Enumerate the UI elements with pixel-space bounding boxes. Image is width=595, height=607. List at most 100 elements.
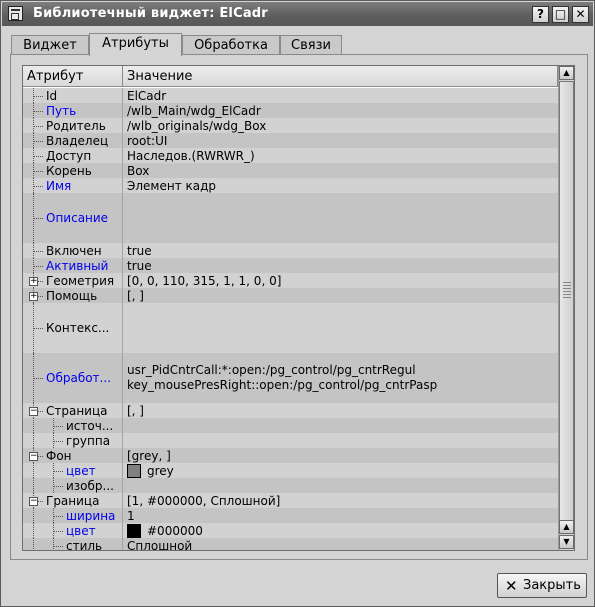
table-row[interactable]: − Граница [1, #000000, Сплошной] xyxy=(23,493,558,508)
table-row[interactable]: Корень Box xyxy=(23,163,558,178)
attribute-value[interactable]: root:UI xyxy=(127,134,167,148)
attribute-name: Имя xyxy=(46,178,72,193)
table-row[interactable]: + Геометрия [0, 0, 110, 315, 1, 1, 0, 0] xyxy=(23,273,558,288)
table-row[interactable]: − Страница [, ] xyxy=(23,403,558,418)
attribute-name: изобр... xyxy=(66,478,114,493)
attribute-name: Родитель xyxy=(46,118,106,133)
color-swatch xyxy=(127,523,141,538)
tree-branch xyxy=(33,265,43,267)
attribute-cell: Контекс... xyxy=(23,303,123,353)
attribute-cell: Id xyxy=(23,88,123,103)
table-row[interactable]: Путь/wlb_Main/wdg_ElCadr xyxy=(23,103,558,118)
collapse-icon[interactable]: − xyxy=(29,406,38,416)
attribute-value[interactable]: Наследов.(RWRWR_) xyxy=(127,149,255,163)
vertical-scrollbar[interactable]: ▲ ▲ ▼ xyxy=(558,66,574,550)
attribute-cell: Родитель xyxy=(23,118,123,133)
attribute-value[interactable]: ElCadr xyxy=(127,89,166,103)
header-value[interactable]: Значение xyxy=(123,66,558,86)
title-bar[interactable]: Библиотечный виджет: ElCadr ? □ ✕ xyxy=(2,2,593,26)
attribute-cell: цвет xyxy=(23,463,123,478)
tree-branch xyxy=(33,170,43,172)
expand-icon[interactable]: + xyxy=(29,276,38,286)
attribute-cell: Корень xyxy=(23,163,123,178)
table-row[interactable]: цвет grey xyxy=(23,463,558,478)
tab-widget[interactable]: Виджет xyxy=(11,35,89,55)
table-row[interactable]: Id ElCadr xyxy=(23,88,558,103)
attribute-value[interactable]: Сплошной xyxy=(127,539,192,551)
table-row[interactable]: стиль Сплошной xyxy=(23,538,558,551)
maximize-button[interactable]: □ xyxy=(552,6,569,23)
tab-links[interactable]: Связи xyxy=(280,35,342,55)
table-row[interactable]: изобр... xyxy=(23,478,558,493)
table-row[interactable]: − Фон [grey, ] xyxy=(23,448,558,463)
attribute-value[interactable]: /wlb_originals/wdg_Box xyxy=(127,119,266,133)
attribute-value[interactable]: usr_PidCntrCall:*:open:/pg_control/pg_cn… xyxy=(127,363,437,393)
tree-branch xyxy=(53,425,63,427)
close-button-label: Закрыть xyxy=(523,578,581,593)
table-row[interactable]: Имя Элемент кадр xyxy=(23,178,558,193)
header-attribute[interactable]: Атрибут xyxy=(23,66,123,86)
table-row[interactable]: Доступ Наследов.(RWRWR_) xyxy=(23,148,558,163)
attribute-value[interactable]: #000000 xyxy=(127,523,203,538)
close-icon: ✕ xyxy=(505,577,518,595)
attribute-value[interactable]: [, ] xyxy=(127,289,144,303)
table-row[interactable]: Контекс... xyxy=(23,303,558,353)
table-row[interactable]: цвет #000000 xyxy=(23,523,558,538)
window-title: Библиотечный виджет: ElCadr xyxy=(33,6,268,21)
app-icon xyxy=(8,6,23,21)
table-row[interactable]: ширина 1 xyxy=(23,508,558,523)
close-window-button[interactable]: ✕ xyxy=(572,6,589,23)
tree-branch xyxy=(33,378,43,379)
attribute-value[interactable]: grey xyxy=(127,463,174,478)
scroll-up-icon[interactable]: ▲ xyxy=(559,66,574,80)
attribute-name: Геометрия xyxy=(46,273,115,288)
attribute-cell: группа xyxy=(23,433,123,448)
table-row[interactable]: Включен true xyxy=(23,243,558,258)
collapse-icon[interactable]: − xyxy=(29,451,38,461)
collapse-icon[interactable]: − xyxy=(29,496,38,506)
attribute-value[interactable]: /wlb_Main/wdg_ElCadr xyxy=(127,104,261,118)
table-row[interactable]: Владелец root:UI xyxy=(23,133,558,148)
tree-line xyxy=(33,433,34,448)
tree-branch xyxy=(33,95,43,97)
attribute-value[interactable]: [, ] xyxy=(127,404,144,418)
attribute-name: группа xyxy=(66,433,111,448)
table-row[interactable]: Обработ... usr_PidCntrCall:*:open:/pg_con… xyxy=(23,353,558,403)
tree-line xyxy=(33,418,34,433)
expand-icon[interactable]: + xyxy=(29,291,38,301)
attribute-value[interactable]: [0, 0, 110, 315, 1, 1, 0, 0] xyxy=(127,274,281,288)
tree-line xyxy=(53,538,54,550)
attribute-name: Граница xyxy=(46,493,100,508)
tab-processing[interactable]: Обработка xyxy=(182,35,280,55)
table-row[interactable]: Описание xyxy=(23,193,558,243)
scrollbar-thumb[interactable] xyxy=(559,81,574,529)
attribute-value[interactable]: [grey, ] xyxy=(127,449,171,463)
table-row[interactable]: Родитель/wlb_originals/wdg_Box xyxy=(23,118,558,133)
table-row[interactable]: источ... xyxy=(23,418,558,433)
table-row[interactable]: группа xyxy=(23,433,558,448)
attribute-name: Владелец xyxy=(46,133,109,148)
library-widget-dialog: Библиотечный виджет: ElCadr ? □ ✕ Виджет… xyxy=(0,0,595,607)
attribute-cell: Имя xyxy=(23,178,123,193)
attribute-cell: ширина xyxy=(23,508,123,523)
tree-line xyxy=(33,463,34,478)
attribute-value[interactable]: Box xyxy=(127,164,149,178)
table-row[interactable]: Активный true xyxy=(23,258,558,273)
table-body: Id ElCadr Путь/wlb_Main/wdg_ElCadr Родитель… xyxy=(23,88,558,551)
scroll-down-icon[interactable]: ▼ xyxy=(559,535,574,549)
attribute-value[interactable]: true xyxy=(127,259,152,273)
close-button[interactable]: ✕ Закрыть xyxy=(497,573,587,598)
help-button[interactable]: ? xyxy=(532,6,549,23)
tree-line xyxy=(33,508,34,523)
table-row[interactable]: + Помощь [, ] xyxy=(23,288,558,303)
attribute-value[interactable]: 1 xyxy=(127,509,135,523)
attribute-cell: − Фон xyxy=(23,448,123,463)
tab-attributes[interactable]: Атрибуты xyxy=(89,33,182,56)
attribute-value[interactable]: Элемент кадр xyxy=(127,179,216,193)
attribute-name: Фон xyxy=(46,448,72,463)
attribute-value[interactable]: [1, #000000, Сплошной] xyxy=(127,494,280,508)
tree-branch xyxy=(53,530,63,532)
tree-branch xyxy=(33,218,43,219)
scroll-up-icon[interactable]: ▲ xyxy=(559,520,574,534)
attribute-value[interactable]: true xyxy=(127,244,152,258)
